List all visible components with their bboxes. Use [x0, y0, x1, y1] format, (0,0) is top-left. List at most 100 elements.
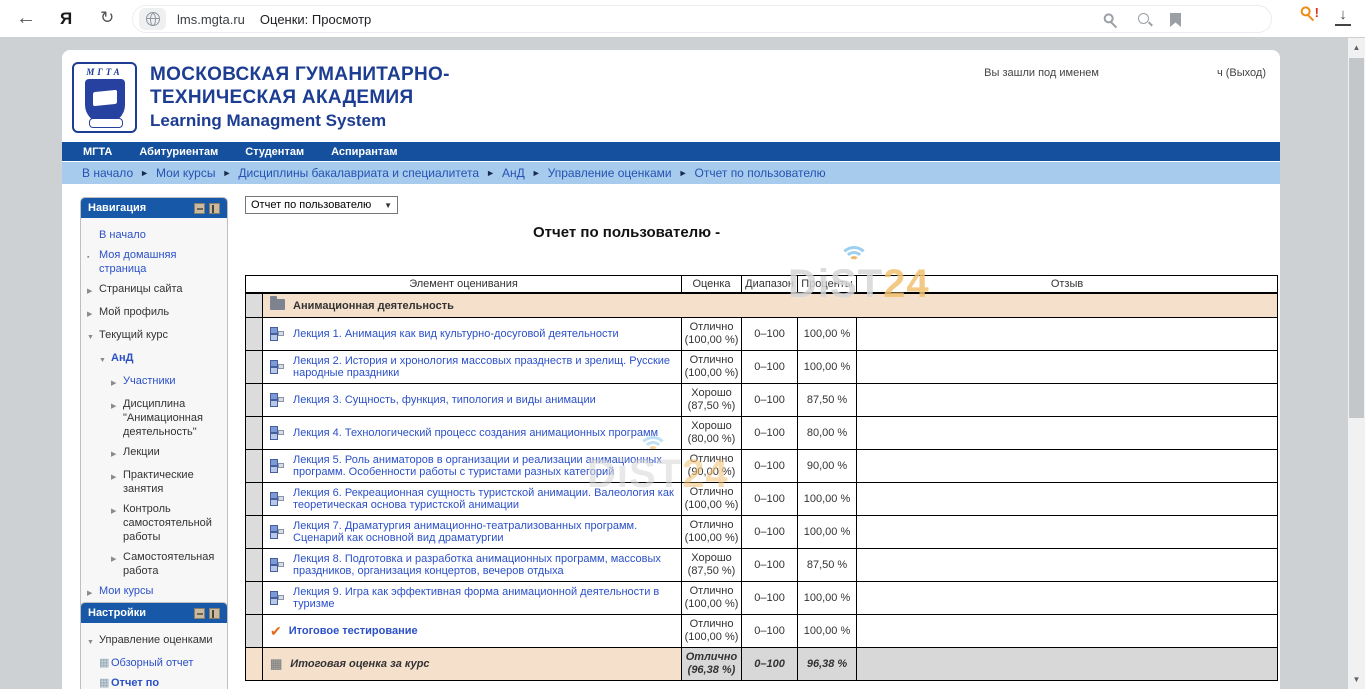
site-badge [139, 8, 166, 30]
breadcrumb-link-3[interactable]: Дисциплины бакалавриата и специалитета [238, 166, 479, 180]
grades-table: Элемент оценивания Оценка Диапазон Проце… [245, 275, 1278, 681]
item-link[interactable]: Лекция 3. Сущность, функция, типология и… [293, 394, 596, 406]
logout-link[interactable]: ч (Выход) [1217, 67, 1266, 79]
col-header-percent: Проценты [798, 276, 857, 294]
feedback-cell [857, 582, 1278, 615]
item-link[interactable]: Лекция 6. Рекреационная сущность туристс… [293, 487, 674, 511]
grade-row: Лекция 3. Сущность, функция, типология и… [246, 384, 1278, 417]
col-header-feedback: Отзыв [857, 276, 1278, 294]
lesson-icon [270, 591, 286, 606]
indent-cell [246, 516, 263, 549]
block-collapse-icon[interactable] [194, 203, 205, 214]
feedback-cell [857, 549, 1278, 582]
navigation-item-10[interactable]: ▶Практические занятия [84, 465, 224, 499]
breadcrumb-link-5[interactable]: Управление оценками [548, 166, 672, 180]
page-title: Отчет по пользователю - [533, 224, 720, 241]
category-cell: Анимационная деятельность [263, 293, 1278, 318]
block-collapse-icon[interactable] [194, 608, 205, 619]
scroll-down-icon[interactable]: ▼ [1348, 675, 1365, 684]
range-cell: 0–100 [742, 417, 798, 450]
percent-cell: 87,50 % [798, 549, 857, 582]
grade-row: Лекция 7. Драматургия анимационно-театра… [246, 516, 1278, 549]
navigation-item-12[interactable]: ▶Самостоятельная работа [84, 547, 224, 581]
navigation-item-9[interactable]: ▶Лекции [84, 442, 224, 465]
grade-cell: Хорошо(80,00 %) [682, 417, 742, 450]
grade-word: Отлично [684, 519, 739, 532]
feedback-cell [857, 351, 1278, 384]
password-alert-icon[interactable]: ! [1300, 5, 1319, 22]
navigation-item-7[interactable]: ▶Участники [84, 371, 224, 394]
navigation-item-1[interactable]: В начало [84, 225, 224, 245]
item-cell: Лекция 5. Роль аниматоров в организации … [263, 450, 682, 483]
grade-word: Отлично [684, 618, 739, 631]
navbar-item-1[interactable]: МГТА [83, 146, 112, 158]
grade-row: Лекция 9. Игра как эффективная форма ани… [246, 582, 1278, 615]
scrollbar-thumb[interactable] [1349, 58, 1364, 418]
mgta-logo[interactable]: МГТА [72, 62, 137, 133]
settings-item-2[interactable]: ▦Обзорный отчет [84, 653, 224, 673]
navigation-item-6[interactable]: ▼АнД [84, 348, 224, 371]
navigation-item-label: Моя домашняя страница [99, 248, 223, 276]
range-cell: 0–100 [742, 582, 798, 615]
item-link[interactable]: Лекция 7. Драматургия анимационно-театра… [293, 520, 674, 544]
navigation-item-2[interactable]: ▪Моя домашняя страница [84, 245, 224, 279]
grade-percent: (96,38 %) [684, 664, 739, 677]
vertical-scrollbar[interactable]: ▲ ▼ [1348, 38, 1365, 689]
navigation-item-label: Контроль самостоятельной работы [123, 502, 223, 544]
item-link[interactable]: Лекция 5. Роль аниматоров в организации … [293, 454, 674, 478]
navigation-item-5[interactable]: ▼Текущий курс [84, 325, 224, 348]
zoom-icon[interactable] [1137, 12, 1153, 28]
bookmark-icon[interactable] [1170, 13, 1181, 27]
back-icon[interactable]: ← [16, 7, 36, 30]
category-label: Анимационная деятельность [293, 300, 454, 312]
lesson-icon [270, 558, 286, 573]
grade-word: Хорошо [684, 420, 739, 433]
block-dock-icon[interactable] [209, 608, 220, 619]
item-link[interactable]: Лекция 1. Анимация как вид культурно-дос… [293, 328, 619, 340]
settings-item-3[interactable]: ▦Отчет по пользователю [84, 673, 224, 689]
breadcrumb-link-1[interactable]: В начало [82, 166, 133, 180]
navbar-item-3[interactable]: Студентам [245, 146, 304, 158]
percent-cell: 96,38 % [798, 648, 857, 681]
address-url[interactable]: lms.mgta.ru [177, 12, 245, 27]
navigation-item-3[interactable]: ▶Страницы сайта [84, 279, 224, 302]
percent-cell: 100,00 % [798, 483, 857, 516]
item-link[interactable]: Лекция 8. Подготовка и разработка анимац… [293, 553, 674, 577]
yandex-menu-icon[interactable]: Я [60, 9, 72, 29]
navigation-item-11[interactable]: ▶Контроль самостоятельной работы [84, 499, 224, 547]
navigation-item-13[interactable]: ▶Мои курсы [84, 581, 224, 604]
report-type-select[interactable]: Отчет по пользователю ▼ [245, 196, 398, 214]
navigation-item-4[interactable]: ▶Мой профиль [84, 302, 224, 325]
navigation-item-8[interactable]: ▶Дисциплина "Анимационная деятельность" [84, 394, 224, 442]
download-icon[interactable]: ↓ [1335, 6, 1351, 26]
settings-block-header: Настройки [81, 603, 227, 623]
item-link[interactable]: Лекция 4. Технологический процесс создан… [293, 427, 658, 439]
table-header-row: Элемент оценивания Оценка Диапазон Проце… [246, 276, 1278, 294]
address-bar[interactable]: lms.mgta.ru Оценки: Просмотр [132, 5, 1272, 33]
grade-percent: (87,50 %) [684, 400, 739, 413]
item-link[interactable]: Лекция 9. Игра как эффективная форма ани… [293, 586, 674, 610]
grade-cell: Отлично(90,00 %) [682, 450, 742, 483]
breadcrumb-link-2[interactable]: Мои курсы [156, 166, 215, 180]
breadcrumb-link-4[interactable]: АнД [502, 166, 525, 180]
grade-cell: Отлично(100,00 %) [682, 615, 742, 648]
navbar-item-4[interactable]: Аспирантам [331, 146, 397, 158]
password-key-icon[interactable] [1099, 8, 1123, 32]
item-link[interactable]: Итоговое тестирование [289, 625, 418, 637]
login-prefix: Вы зашли под именем [984, 67, 1099, 79]
item-link[interactable]: Лекция 2. История и хронология массовых … [293, 355, 674, 379]
col-header-item: Элемент оценивания [246, 276, 682, 294]
range-cell: 0–100 [742, 384, 798, 417]
settings-item-1[interactable]: ▼Управление оценками [84, 630, 224, 653]
screen: ← Я ↻ lms.mgta.ru Оценки: Просмотр ! ↓ ▲… [0, 0, 1365, 689]
block-dock-icon[interactable] [209, 203, 220, 214]
grade-word: Отлично [684, 354, 739, 367]
percent-cell: 100,00 % [798, 516, 857, 549]
navbar-item-2[interactable]: Абитуриентам [139, 146, 218, 158]
refresh-icon[interactable]: ↻ [100, 8, 114, 28]
scroll-up-icon[interactable]: ▲ [1348, 43, 1365, 52]
breadcrumb-link-6[interactable]: Отчет по пользователю [695, 166, 826, 180]
navigation-item-label: В начало [99, 228, 223, 242]
navigation-block: Навигация В начало▪Моя домашняя страница… [80, 197, 228, 615]
grade-cell: Отлично(100,00 %) [682, 582, 742, 615]
